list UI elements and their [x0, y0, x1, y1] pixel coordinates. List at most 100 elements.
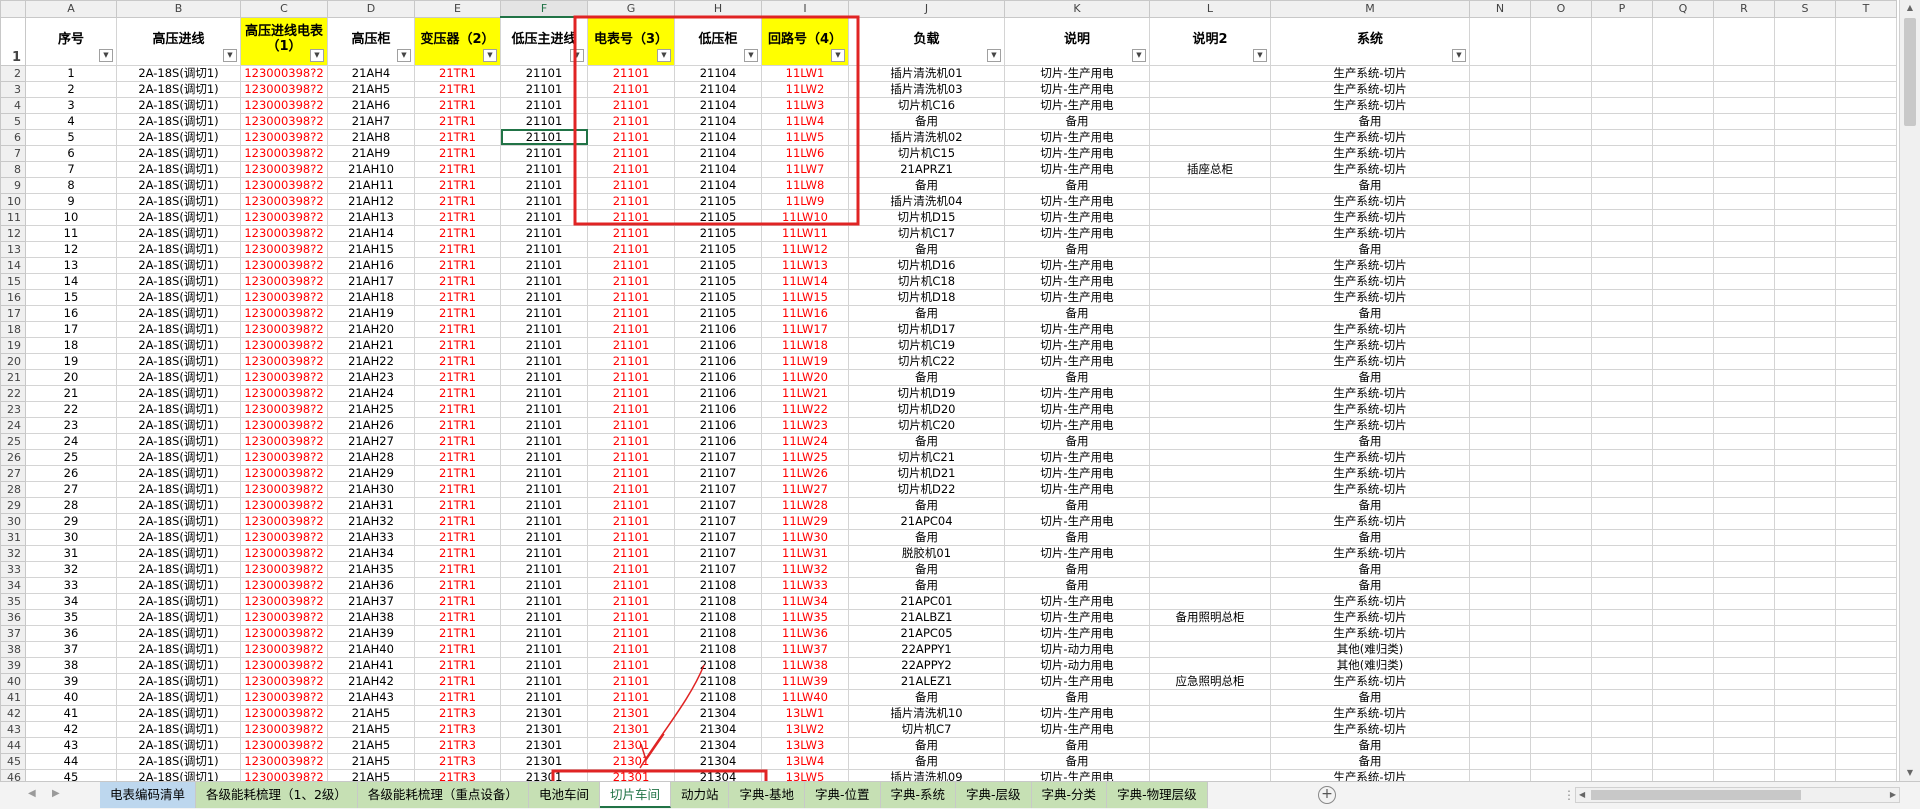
cell-a[interactable]: 40 — [25, 688, 117, 706]
header-cell-g[interactable]: 电表号（3） ▼ — [587, 16, 675, 66]
cell-i[interactable]: 11LW14 — [761, 272, 849, 290]
cell-h[interactable]: 21104 — [674, 144, 762, 162]
cell-r[interactable] — [1713, 272, 1775, 290]
cell-t[interactable] — [1835, 560, 1897, 578]
cell-c[interactable]: 123000398?2 — [240, 160, 328, 178]
cell-s[interactable] — [1774, 96, 1836, 114]
cell-p[interactable] — [1591, 448, 1653, 466]
cell-b[interactable]: 2A-18S(调切1) — [116, 160, 241, 178]
cell-j[interactable]: 22APPY1 — [848, 640, 1005, 658]
cell-f[interactable]: 21101 — [500, 464, 588, 482]
cell-r[interactable] — [1713, 752, 1775, 770]
cell-g[interactable]: 21101 — [587, 576, 675, 594]
cell-m[interactable]: 生产系统-切片 — [1270, 80, 1470, 98]
cell-d[interactable]: 21AH5 — [327, 752, 415, 770]
cell-j[interactable]: 21APC05 — [848, 624, 1005, 642]
cell-m[interactable]: 备用 — [1270, 496, 1470, 514]
cell-i[interactable]: 11LW25 — [761, 448, 849, 466]
cell-p[interactable] — [1591, 416, 1653, 434]
filter-dropdown-icon[interactable]: ▼ — [223, 48, 237, 62]
cell-t[interactable] — [1835, 640, 1897, 658]
cell-n[interactable] — [1469, 416, 1531, 434]
cell-g[interactable]: 21301 — [587, 720, 675, 738]
cell-q[interactable] — [1652, 128, 1714, 146]
cell-f[interactable]: 21301 — [500, 752, 588, 770]
header-cell-l[interactable]: 说明2 ▼ — [1149, 16, 1271, 66]
row-number[interactable]: 20 — [0, 352, 26, 370]
cell-n[interactable] — [1469, 528, 1531, 546]
cell-j[interactable]: 插片清洗机02 — [848, 128, 1005, 146]
cell-g[interactable]: 21101 — [587, 448, 675, 466]
cell-j[interactable]: 21ALBZ1 — [848, 608, 1005, 626]
column-letter-b[interactable]: B — [116, 0, 241, 18]
cell-c[interactable]: 123000398?2 — [240, 368, 328, 386]
cell-l[interactable]: 插座总柜 — [1149, 160, 1271, 178]
cell-d[interactable]: 21AH20 — [327, 320, 415, 338]
cell-s[interactable] — [1774, 496, 1836, 514]
cell-g[interactable]: 21101 — [587, 96, 675, 114]
cell-k[interactable]: 切片-生产用电 — [1004, 608, 1150, 626]
cell-a[interactable]: 19 — [25, 352, 117, 370]
cell-g[interactable]: 21101 — [587, 128, 675, 146]
header-cell-o[interactable] — [1530, 16, 1592, 66]
row-number[interactable]: 46 — [0, 768, 26, 781]
cell-m[interactable]: 生产系统-切片 — [1270, 256, 1470, 274]
cell-s[interactable] — [1774, 544, 1836, 562]
cell-n[interactable] — [1469, 112, 1531, 130]
cell-q[interactable] — [1652, 384, 1714, 402]
filter-dropdown-icon[interactable]: ▼ — [987, 48, 1001, 62]
cell-m[interactable]: 备用 — [1270, 240, 1470, 258]
cell-k[interactable]: 切片-生产用电 — [1004, 352, 1150, 370]
cell-i[interactable]: 11LW29 — [761, 512, 849, 530]
cell-n[interactable] — [1469, 512, 1531, 530]
cell-j[interactable]: 切片机C7 — [848, 720, 1005, 738]
cell-q[interactable] — [1652, 560, 1714, 578]
cell-r[interactable] — [1713, 224, 1775, 242]
cell-e[interactable]: 21TR1 — [414, 496, 501, 514]
column-letter-c[interactable]: C — [240, 0, 328, 18]
cell-t[interactable] — [1835, 480, 1897, 498]
cell-n[interactable] — [1469, 720, 1531, 738]
cell-m[interactable]: 备用 — [1270, 432, 1470, 450]
cell-o[interactable] — [1530, 352, 1592, 370]
cell-c[interactable]: 123000398?2 — [240, 352, 328, 370]
cell-p[interactable] — [1591, 512, 1653, 530]
cell-h[interactable]: 21107 — [674, 544, 762, 562]
cell-h[interactable]: 21107 — [674, 448, 762, 466]
cell-a[interactable]: 8 — [25, 176, 117, 194]
header-cell-c[interactable]: 高压进线电表（1） ▼ — [240, 16, 328, 66]
cell-t[interactable] — [1835, 224, 1897, 242]
cell-h[interactable]: 21104 — [674, 112, 762, 130]
cell-o[interactable] — [1530, 768, 1592, 781]
cell-k[interactable]: 切片-生产用电 — [1004, 224, 1150, 242]
column-letter-d[interactable]: D — [327, 0, 415, 18]
cell-l[interactable] — [1149, 80, 1271, 98]
cell-o[interactable] — [1530, 80, 1592, 98]
cell-l[interactable] — [1149, 576, 1271, 594]
cell-t[interactable] — [1835, 400, 1897, 418]
cell-q[interactable] — [1652, 512, 1714, 530]
cell-o[interactable] — [1530, 288, 1592, 306]
cell-t[interactable] — [1835, 128, 1897, 146]
cell-j[interactable]: 切片机D22 — [848, 480, 1005, 498]
cell-d[interactable]: 21AH34 — [327, 544, 415, 562]
cell-s[interactable] — [1774, 256, 1836, 274]
cell-f[interactable]: 21101 — [500, 576, 588, 594]
cell-l[interactable] — [1149, 544, 1271, 562]
header-cell-p[interactable] — [1591, 16, 1653, 66]
header-cell-d[interactable]: 高压柜 ▼ — [327, 16, 415, 66]
cell-g[interactable]: 21101 — [587, 352, 675, 370]
cell-b[interactable]: 2A-18S(调切1) — [116, 272, 241, 290]
tab-splitter-icon[interactable]: ⋮ — [1563, 788, 1575, 802]
cell-c[interactable]: 123000398?2 — [240, 336, 328, 354]
cell-q[interactable] — [1652, 720, 1714, 738]
cell-f[interactable]: 21101 — [500, 656, 588, 674]
cell-m[interactable]: 生产系统-切片 — [1270, 480, 1470, 498]
cell-i[interactable]: 13LW5 — [761, 768, 849, 781]
cell-g[interactable]: 21101 — [587, 224, 675, 242]
cell-e[interactable]: 21TR1 — [414, 464, 501, 482]
cell-r[interactable] — [1713, 512, 1775, 530]
cell-p[interactable] — [1591, 480, 1653, 498]
cell-h[interactable]: 21105 — [674, 304, 762, 322]
cell-n[interactable] — [1469, 432, 1531, 450]
